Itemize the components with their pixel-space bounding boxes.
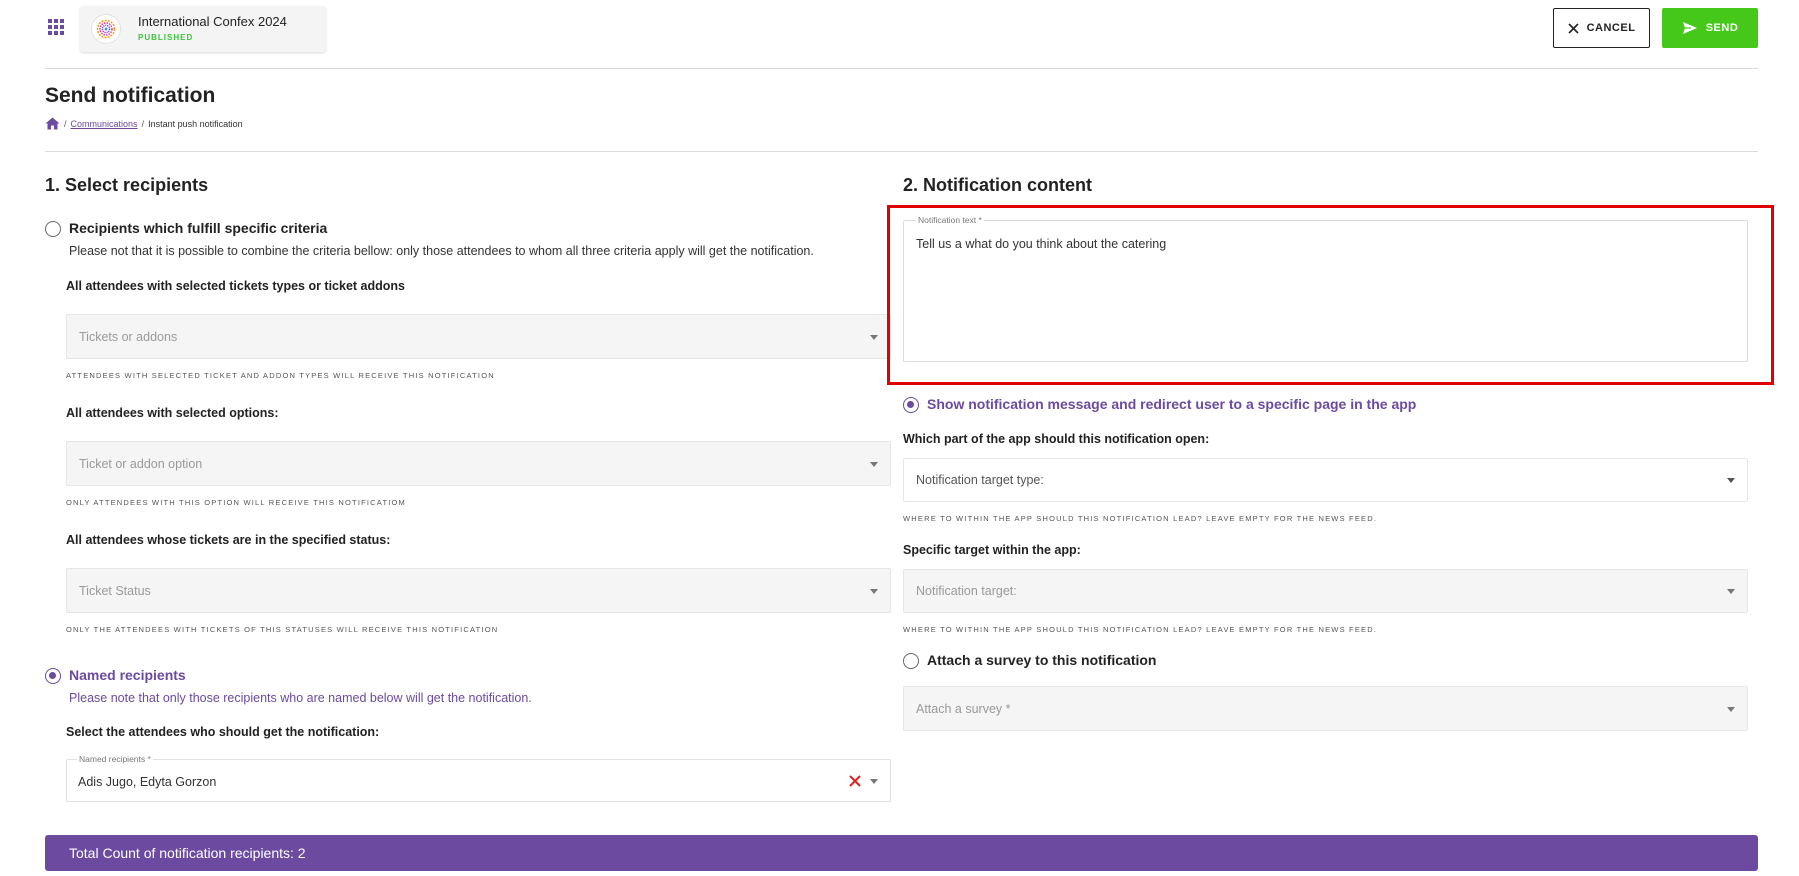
event-name: International Confex 2024 bbox=[138, 14, 287, 29]
event-logo-icon bbox=[92, 15, 120, 43]
notification-text-value: Tell us a what do you think about the ca… bbox=[916, 237, 1167, 251]
redirect-radio[interactable] bbox=[903, 397, 919, 413]
breadcrumb-current: Instant push notification bbox=[148, 118, 243, 129]
target-type-hint: Where to within the app should this noti… bbox=[903, 514, 1378, 523]
send-button-label: SEND bbox=[1705, 22, 1739, 34]
tickets-hint: Attendees with selected ticket and addon… bbox=[66, 371, 495, 380]
target-type-placeholder: Notification target type: bbox=[916, 473, 1044, 487]
named-recipients-radio[interactable] bbox=[45, 668, 61, 684]
breadcrumb-link-communications[interactable]: Communications bbox=[71, 119, 138, 129]
options-label: All attendees with selected options: bbox=[66, 406, 279, 420]
survey-select[interactable]: Attach a survey * bbox=[903, 686, 1748, 731]
survey-radio[interactable] bbox=[903, 653, 919, 669]
breadcrumb-separator: / bbox=[141, 118, 145, 129]
status-label: All attendees whose tickets are in the s… bbox=[66, 533, 391, 547]
recipient-count-bar: Total Count of notification recipients: … bbox=[45, 835, 1758, 871]
named-recipients-radio-label[interactable]: Named recipients bbox=[69, 667, 186, 683]
criteria-radio[interactable] bbox=[45, 221, 61, 237]
options-select-placeholder: Ticket or addon option bbox=[79, 456, 203, 471]
title-divider bbox=[45, 151, 1758, 152]
named-recipients-description: Please note that only those recipients w… bbox=[69, 691, 532, 705]
criteria-radio-label[interactable]: Recipients which fulfill specific criter… bbox=[69, 220, 327, 236]
chevron-down-icon bbox=[1727, 589, 1735, 594]
chevron-down-icon bbox=[870, 588, 878, 594]
chevron-down-icon bbox=[1727, 478, 1735, 483]
page-title: Send notification bbox=[45, 84, 216, 107]
chevron-down-icon bbox=[1727, 706, 1735, 712]
clear-icon[interactable] bbox=[848, 774, 862, 788]
chevron-down-icon bbox=[870, 461, 878, 467]
event-status-badge: PUBLISHED bbox=[138, 33, 194, 42]
close-icon bbox=[1568, 22, 1579, 34]
breadcrumb: / Communications / Instant push notifica… bbox=[45, 117, 243, 130]
breadcrumb-separator: / bbox=[64, 118, 67, 129]
named-recipients-value: Adis Jugo, Edyta Gorzon bbox=[78, 775, 217, 789]
tickets-label: All attendees with selected tickets type… bbox=[66, 279, 405, 293]
redirect-radio-label[interactable]: Show notification message and redirect u… bbox=[927, 396, 1416, 412]
chevron-down-icon[interactable] bbox=[870, 778, 878, 784]
named-recipients-float-label: Named recipients * bbox=[77, 754, 153, 764]
target-select[interactable]: Notification target: bbox=[903, 569, 1748, 613]
notification-text-area[interactable]: Notification text * Tell us a what do yo… bbox=[903, 215, 1748, 362]
event-selector[interactable]: International Confex 2024 PUBLISHED bbox=[80, 6, 326, 52]
header-divider bbox=[45, 68, 1758, 69]
options-hint: Only attendees with this option will rec… bbox=[66, 498, 406, 507]
survey-select-placeholder: Attach a survey * bbox=[916, 701, 1011, 716]
named-recipients-select[interactable]: Named recipients * Adis Jugo, Edyta Gorz… bbox=[66, 754, 891, 802]
send-button[interactable]: SEND bbox=[1662, 8, 1758, 48]
tickets-select[interactable]: Tickets or addons bbox=[66, 314, 891, 359]
recipients-section-title: 1. Select recipients bbox=[45, 175, 209, 195]
notification-text-float-label: Notification text * bbox=[916, 215, 984, 225]
target-type-label: Which part of the app should this notifi… bbox=[903, 432, 1210, 446]
content-section-title: 2. Notification content bbox=[903, 175, 1092, 195]
target-placeholder: Notification target: bbox=[916, 584, 1017, 598]
home-icon[interactable] bbox=[45, 117, 60, 130]
tickets-select-placeholder: Tickets or addons bbox=[79, 329, 178, 344]
recipient-count-text: Total Count of notification recipients: … bbox=[69, 845, 306, 861]
chevron-down-icon bbox=[870, 334, 878, 340]
named-select-label: Select the attendees who should get the … bbox=[66, 725, 380, 739]
send-icon bbox=[1682, 22, 1697, 34]
status-hint: Only the attendees with tickets of this … bbox=[66, 625, 499, 634]
target-type-select[interactable]: Notification target type: bbox=[903, 458, 1748, 502]
cancel-button-label: CANCEL bbox=[1586, 22, 1636, 34]
apps-grid-icon[interactable] bbox=[48, 19, 64, 35]
cancel-button[interactable]: CANCEL bbox=[1553, 8, 1650, 48]
criteria-description: Please not that it is possible to combin… bbox=[69, 244, 814, 258]
target-label: Specific target within the app: bbox=[903, 543, 1081, 557]
status-select[interactable]: Ticket Status bbox=[66, 568, 891, 613]
target-hint: Where to within the app should this noti… bbox=[903, 625, 1378, 634]
survey-radio-label[interactable]: Attach a survey to this notification bbox=[927, 652, 1156, 668]
options-select[interactable]: Ticket or addon option bbox=[66, 441, 891, 486]
status-select-placeholder: Ticket Status bbox=[79, 583, 151, 598]
